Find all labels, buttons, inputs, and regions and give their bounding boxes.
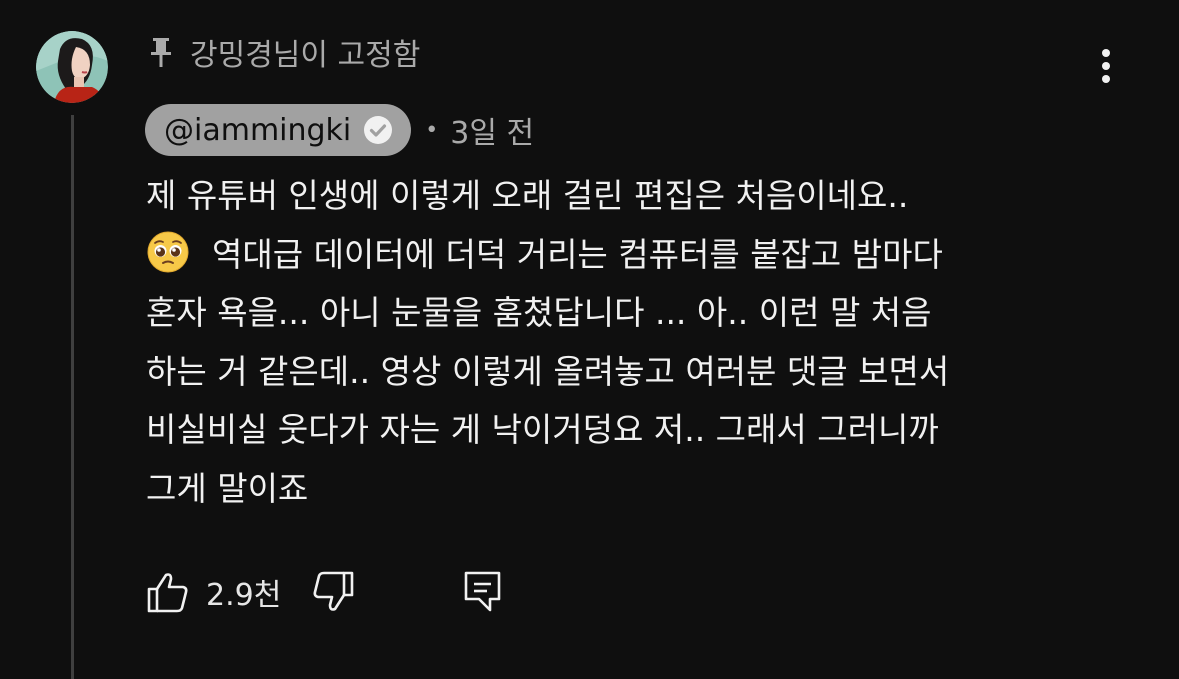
thread-line xyxy=(71,115,74,679)
pin-icon xyxy=(148,36,174,68)
comment-line: 비실비실 웃다가 자는 게 낙이거덩요 저.. 그래서 그러니까 xyxy=(146,410,939,449)
pleading-face-emoji xyxy=(146,230,190,274)
comment-line: 그게 말이죠 xyxy=(146,468,309,508)
comment-header: @iammingki • 3일 전 xyxy=(145,104,534,156)
comment-line: 혼자 욕을... 아니 눈물을 훔쳤답니다 ... 아.. 이런 말 처음 xyxy=(146,293,932,332)
like-count: 2.9천 xyxy=(206,578,282,613)
author-chip[interactable]: @iammingki xyxy=(145,104,412,156)
avatar[interactable] xyxy=(36,31,108,103)
reply-comment-icon xyxy=(465,571,501,612)
thumbs-up-icon xyxy=(147,573,188,613)
like-button[interactable] xyxy=(146,570,190,614)
dislike-button[interactable] xyxy=(311,570,355,614)
more-options-button[interactable] xyxy=(1088,44,1124,88)
author-name: @iammingki xyxy=(164,112,352,148)
comment-line: 역대급 데이터에 더덕 거리는 컴퓨터를 붙잡고 밤마다 xyxy=(146,226,1146,285)
comment-actions: 2.9천 xyxy=(146,568,503,616)
pinned-label: 강밍경님이 고정함 xyxy=(190,38,421,73)
comment-line: 하는 거 같은데.. 영상 이렇게 올려놓고 여러분 댓글 보면서 xyxy=(146,351,950,391)
comment-timestamp[interactable]: 3일 전 xyxy=(450,108,534,152)
thumbs-down-icon xyxy=(313,571,354,611)
reply-button[interactable] xyxy=(463,570,503,614)
pinned-indicator: 강밍경님이 고정함 xyxy=(148,32,421,73)
avatar-image xyxy=(36,31,108,103)
comment-text: 제 유튜버 인생에 이렇게 오래 걸린 편집은 처음이네요.. 역대급 데이터에… xyxy=(146,167,1146,518)
separator-dot: • xyxy=(425,117,439,143)
verified-checkmark-icon xyxy=(363,115,393,145)
comment-line: 제 유튜버 인생에 이렇게 오래 걸린 편집은 처음이네요.. xyxy=(146,176,909,215)
more-vertical-icon xyxy=(1102,49,1110,83)
